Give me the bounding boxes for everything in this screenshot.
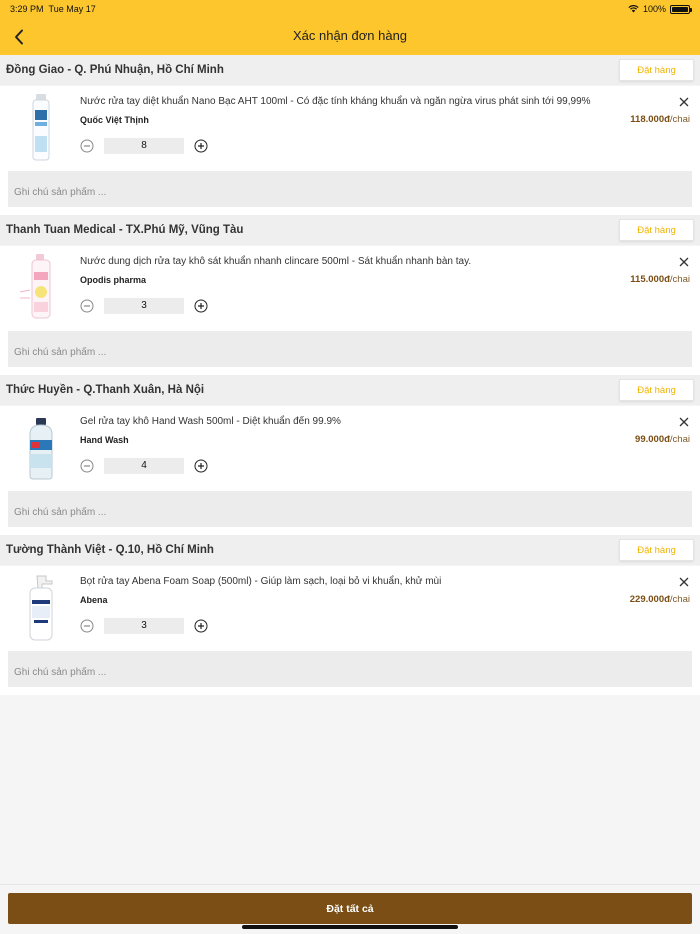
increase-quantity-button[interactable] bbox=[194, 619, 208, 633]
store-header: Đồng Giao - Q. Phú Nhuận, Hồ Chí Minh Đặ… bbox=[0, 55, 700, 85]
status-bar: 3:29 PM Tue May 17 100% bbox=[0, 0, 700, 18]
product-note-input[interactable] bbox=[8, 331, 692, 367]
product-note-input[interactable] bbox=[8, 491, 692, 527]
status-time: 3:29 PM Tue May 17 bbox=[10, 4, 96, 14]
store-header: Thức Huyền - Q.Thanh Xuân, Hà Nội Đặt hà… bbox=[0, 375, 700, 405]
product-image bbox=[19, 254, 51, 319]
product-price: 229.000đ/chai bbox=[629, 594, 690, 605]
navigation-bar: Xác nhận đơn hàng bbox=[0, 18, 700, 55]
quantity-stepper: 4 bbox=[80, 458, 208, 474]
store-name: Thanh Tuan Medical - TX.Phú Mỹ, Vũng Tàu bbox=[6, 224, 244, 236]
quantity-stepper: 3 bbox=[80, 618, 208, 634]
order-button[interactable]: Đặt hàng bbox=[619, 59, 694, 81]
increase-quantity-button[interactable] bbox=[194, 299, 208, 313]
product-price: 118.000đ/chai bbox=[630, 114, 690, 125]
product-price: 115.000đ/chai bbox=[630, 274, 690, 285]
battery-icon bbox=[670, 4, 692, 14]
product-name: Nước dung dịch rửa tay khô sát khuẩn nha… bbox=[80, 256, 472, 267]
increase-quantity-button[interactable] bbox=[194, 459, 208, 473]
store-name: Thức Huyền - Q.Thanh Xuân, Hà Nội bbox=[6, 384, 205, 396]
store-section: Thanh Tuan Medical - TX.Phú Mỹ, Vũng Tàu… bbox=[0, 215, 700, 375]
product-name: Nước rửa tay diệt khuẩn Nano Bạc AHT 100… bbox=[80, 96, 591, 107]
home-indicator bbox=[242, 925, 458, 929]
increase-quantity-button[interactable] bbox=[194, 139, 208, 153]
footer-divider bbox=[0, 884, 700, 885]
quantity-stepper: 3 bbox=[80, 298, 208, 314]
product-brand: Opodis pharma bbox=[80, 275, 147, 285]
product-item: Gel rửa tay khô Hand Wash 500ml - Diệt k… bbox=[0, 406, 700, 535]
store-section: Thức Huyền - Q.Thanh Xuân, Hà Nội Đặt hà… bbox=[0, 375, 700, 535]
decrease-quantity-button[interactable] bbox=[80, 139, 94, 153]
product-name: Gel rửa tay khô Hand Wash 500ml - Diệt k… bbox=[80, 416, 341, 427]
remove-item-button[interactable] bbox=[678, 576, 690, 588]
store-name: Tường Thành Việt - Q.10, Hồ Chí Minh bbox=[6, 544, 214, 556]
order-list: Đồng Giao - Q. Phú Nhuận, Hồ Chí Minh Đặ… bbox=[0, 55, 700, 695]
product-name: Bọt rửa tay Abena Foam Soap (500ml) - Gi… bbox=[80, 576, 442, 587]
product-note-input[interactable] bbox=[8, 651, 692, 687]
wifi-icon bbox=[628, 5, 639, 13]
store-section: Tường Thành Việt - Q.10, Hồ Chí Minh Đặt… bbox=[0, 535, 700, 695]
product-image bbox=[32, 94, 50, 161]
store-header: Thanh Tuan Medical - TX.Phú Mỹ, Vũng Tàu… bbox=[0, 215, 700, 245]
order-all-button[interactable]: Đặt tất cả bbox=[8, 893, 692, 924]
order-button[interactable]: Đặt hàng bbox=[619, 219, 694, 241]
status-right: 100% bbox=[628, 4, 692, 14]
page-title: Xác nhận đơn hàng bbox=[292, 28, 408, 43]
quantity-stepper: 8 bbox=[80, 138, 208, 154]
remove-item-button[interactable] bbox=[678, 96, 690, 108]
quantity-value[interactable]: 8 bbox=[104, 138, 184, 154]
quantity-value[interactable]: 4 bbox=[104, 458, 184, 474]
remove-item-button[interactable] bbox=[678, 416, 690, 428]
product-image bbox=[29, 575, 53, 641]
store-header: Tường Thành Việt - Q.10, Hồ Chí Minh Đặt… bbox=[0, 535, 700, 565]
quantity-value[interactable]: 3 bbox=[104, 618, 184, 634]
product-item: Bọt rửa tay Abena Foam Soap (500ml) - Gi… bbox=[0, 566, 700, 695]
decrease-quantity-button[interactable] bbox=[80, 459, 94, 473]
remove-item-button[interactable] bbox=[678, 256, 690, 268]
product-item: Nước dung dịch rửa tay khô sát khuẩn nha… bbox=[0, 246, 700, 375]
store-section: Đồng Giao - Q. Phú Nhuận, Hồ Chí Minh Đặ… bbox=[0, 55, 700, 215]
decrease-quantity-button[interactable] bbox=[80, 619, 94, 633]
product-brand: Abena bbox=[80, 595, 108, 605]
product-image bbox=[29, 418, 53, 480]
order-button[interactable]: Đặt hàng bbox=[619, 539, 694, 561]
product-price: 99.000đ/chai bbox=[635, 434, 690, 445]
store-name: Đồng Giao - Q. Phú Nhuận, Hồ Chí Minh bbox=[6, 64, 224, 76]
quantity-value[interactable]: 3 bbox=[104, 298, 184, 314]
order-button[interactable]: Đặt hàng bbox=[619, 379, 694, 401]
battery-percent: 100% bbox=[642, 4, 666, 14]
product-item: Nước rửa tay diệt khuẩn Nano Bạc AHT 100… bbox=[0, 86, 700, 215]
decrease-quantity-button[interactable] bbox=[80, 299, 94, 313]
product-note-input[interactable] bbox=[8, 171, 692, 207]
product-brand: Quốc Việt Thịnh bbox=[80, 115, 149, 125]
product-brand: Hand Wash bbox=[80, 435, 129, 445]
